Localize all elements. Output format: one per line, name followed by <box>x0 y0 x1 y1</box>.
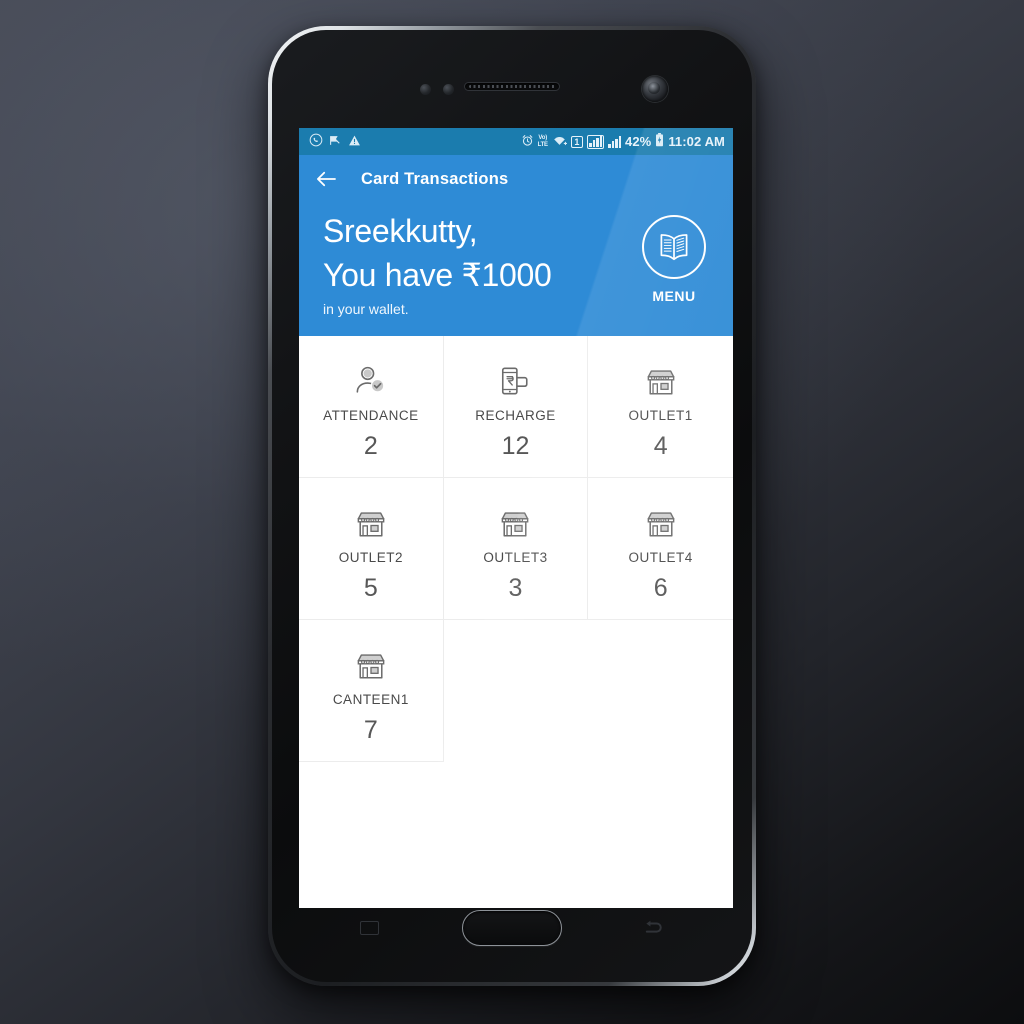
tile-label: OUTLET2 <box>338 549 403 565</box>
tile-outlet3[interactable]: OUTLET3 3 <box>443 478 589 620</box>
wallet-subtitle: in your wallet. <box>323 301 409 317</box>
tile-outlet1[interactable]: OUTLET1 4 <box>588 336 733 478</box>
store-icon <box>354 499 388 539</box>
battery-charging-icon <box>655 133 664 150</box>
back-button[interactable] <box>642 918 666 938</box>
tile-label: OUTLET1 <box>628 407 693 423</box>
book-icon <box>642 215 706 279</box>
store-icon <box>498 499 532 539</box>
tile-count: 3 <box>508 573 523 602</box>
whatsapp-icon <box>309 133 323 150</box>
tile-label: ATTENDANCE <box>323 407 419 423</box>
signal-strength-sim2-icon <box>608 135 621 148</box>
tile-count: 5 <box>363 573 378 602</box>
page-title: Card Transactions <box>361 169 509 188</box>
alarm-clock-icon <box>521 134 534 150</box>
tile-count: 12 <box>501 431 530 460</box>
tile-count: 2 <box>363 431 378 460</box>
tile-empty-slot <box>588 620 733 762</box>
phone-screen: Vo) LTE 1 42% 11:02 AM Card Transactions… <box>299 128 733 908</box>
app-bar: Card Transactions <box>299 155 733 203</box>
phone-bezel: Vo) LTE 1 42% 11:02 AM Card Transactions… <box>272 30 752 982</box>
front-camera-icon <box>642 76 668 102</box>
status-bar-left-icons <box>309 133 361 150</box>
tile-canteen1[interactable]: CANTEEN1 7 <box>299 620 444 762</box>
tile-outlet2[interactable]: OUTLET2 5 <box>299 478 444 620</box>
menu-button[interactable]: MENU <box>631 209 717 304</box>
phone-rupee-icon <box>499 357 531 397</box>
earpiece-speaker <box>464 82 560 91</box>
transaction-category-grid: ATTENDANCE 2 RECHARGE 12 OUTLET1 4 OUTLE… <box>299 336 733 762</box>
clock-label: 11:02 AM <box>668 134 725 149</box>
message-flag-icon <box>329 134 342 150</box>
sim-indicator-icon: 1 <box>570 135 583 148</box>
wallet-balance: You have ₹1000 <box>323 257 552 293</box>
warning-icon <box>348 134 361 150</box>
wifi-icon <box>552 134 567 150</box>
tile-recharge[interactable]: RECHARGE 12 <box>443 336 589 478</box>
person-check-icon <box>354 357 388 397</box>
tile-empty-slot <box>443 620 589 762</box>
tile-count: 6 <box>653 573 668 602</box>
store-icon <box>354 641 388 681</box>
volte-icon: Vo) LTE <box>537 135 549 148</box>
tile-label: OUTLET3 <box>483 549 548 565</box>
tile-outlet4[interactable]: OUTLET4 6 <box>588 478 733 620</box>
store-icon <box>644 357 678 397</box>
tile-attendance[interactable]: ATTENDANCE 2 <box>299 336 444 478</box>
tile-label: RECHARGE <box>475 407 556 423</box>
tile-label: OUTLET4 <box>628 549 693 565</box>
recent-apps-button[interactable] <box>358 918 380 938</box>
back-arrow-icon[interactable] <box>313 166 339 192</box>
store-icon <box>644 499 678 539</box>
status-bar-right-icons: Vo) LTE 1 42% 11:02 AM <box>521 133 725 150</box>
menu-label: MENU <box>652 288 696 304</box>
wallet-summary-text: Sreekkutty, You have ₹1000 in your walle… <box>323 209 631 320</box>
light-sensor-icon <box>443 84 454 95</box>
tile-label: CANTEEN1 <box>332 691 409 707</box>
wallet-summary: Sreekkutty, You have ₹1000 in your walle… <box>299 203 733 320</box>
tile-count: 7 <box>363 715 378 744</box>
status-bar: Vo) LTE 1 42% 11:02 AM <box>299 128 733 155</box>
user-greeting: Sreekkutty, <box>323 213 478 249</box>
tile-count: 4 <box>653 431 668 460</box>
proximity-sensor-icon <box>420 84 431 95</box>
phone-device: Vo) LTE 1 42% 11:02 AM Card Transactions… <box>268 26 756 986</box>
signal-strength-sim1-icon <box>586 134 605 149</box>
battery-percent-label: 42% <box>624 134 652 149</box>
app-header: Card Transactions Sreekkutty, You have ₹… <box>299 155 733 336</box>
volte-line-2: LTE <box>537 141 549 148</box>
home-button[interactable] <box>462 910 562 946</box>
